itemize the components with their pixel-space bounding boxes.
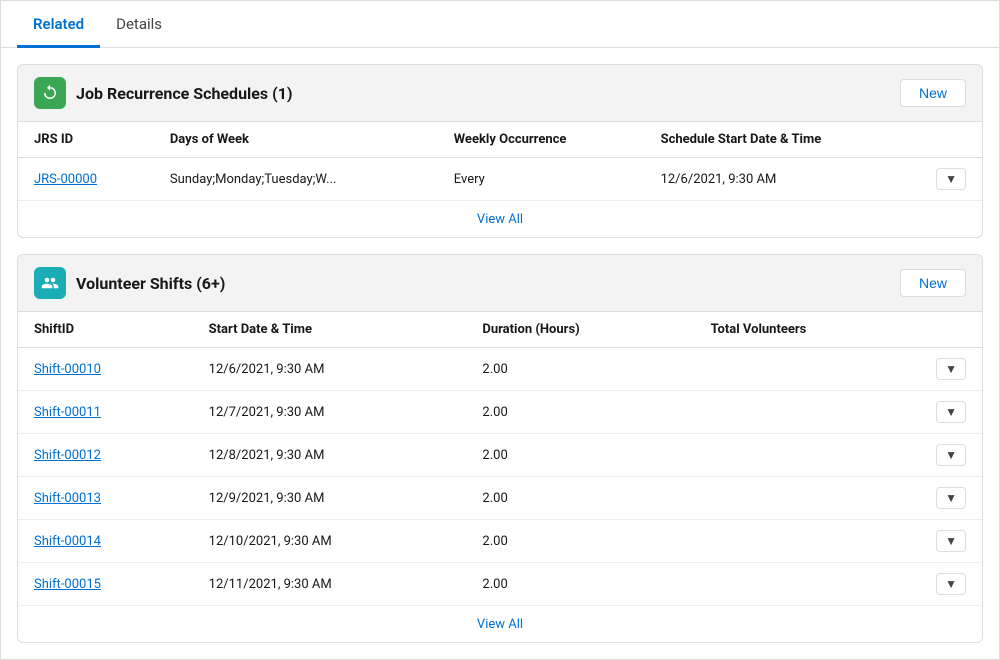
vs-row-volunteers-4 [695, 520, 921, 563]
jrs-row-dropdown-button[interactable]: ▼ [936, 168, 966, 190]
vs-row-id-1: Shift-00011 [18, 391, 193, 434]
vs-new-button[interactable]: New [900, 269, 966, 297]
vs-row-dropdown-button-1[interactable]: ▼ [936, 401, 966, 423]
vs-id-link-1[interactable]: Shift-00011 [34, 405, 101, 420]
table-row: Shift-00010 12/6/2021, 9:30 AM 2.00 ▼ [18, 348, 982, 391]
jrs-col-action [920, 122, 982, 158]
vs-row-volunteers-3 [695, 477, 921, 520]
jrs-id-link[interactable]: JRS-00000 [34, 172, 97, 187]
volunteer-shifts-icon [34, 267, 66, 299]
jrs-new-button[interactable]: New [900, 79, 966, 107]
table-row: Shift-00014 12/10/2021, 9:30 AM 2.00 ▼ [18, 520, 982, 563]
table-row: JRS-00000 Sunday;Monday;Tuesday;W... Eve… [18, 158, 982, 201]
vs-section-title: Volunteer Shifts (6+) [76, 274, 900, 293]
vs-row-dropdown-cell-4: ▼ [920, 520, 982, 563]
vs-view-all-row: View All [18, 605, 982, 642]
vs-row-dropdown-cell-2: ▼ [920, 434, 982, 477]
vs-row-volunteers-5 [695, 563, 921, 606]
jrs-view-all-row: View All [18, 200, 982, 237]
vs-col-action [920, 312, 982, 348]
jrs-table-header-row: JRS ID Days of Week Weekly Occurrence Sc… [18, 122, 982, 158]
jrs-row-id: JRS-00000 [18, 158, 154, 201]
vs-row-start-4: 12/10/2021, 9:30 AM [193, 520, 467, 563]
vs-row-dropdown-button-0[interactable]: ▼ [936, 358, 966, 380]
jrs-table: JRS ID Days of Week Weekly Occurrence Sc… [18, 122, 982, 200]
table-row: Shift-00012 12/8/2021, 9:30 AM 2.00 ▼ [18, 434, 982, 477]
vs-row-volunteers-0 [695, 348, 921, 391]
vs-row-dropdown-button-4[interactable]: ▼ [936, 530, 966, 552]
vs-row-start-2: 12/8/2021, 9:30 AM [193, 434, 467, 477]
vs-row-duration-2: 2.00 [466, 434, 694, 477]
vs-row-duration-4: 2.00 [466, 520, 694, 563]
vs-row-duration-0: 2.00 [466, 348, 694, 391]
vs-id-link-3[interactable]: Shift-00013 [34, 491, 101, 506]
jrs-row-days: Sunday;Monday;Tuesday;W... [154, 158, 438, 201]
table-row: Shift-00015 12/11/2021, 9:30 AM 2.00 ▼ [18, 563, 982, 606]
vs-col-duration: Duration (Hours) [466, 312, 694, 348]
vs-row-start-3: 12/9/2021, 9:30 AM [193, 477, 467, 520]
vs-row-dropdown-cell-3: ▼ [920, 477, 982, 520]
jrs-row-occurrence: Every [438, 158, 645, 201]
vs-row-dropdown-cell-0: ▼ [920, 348, 982, 391]
table-row: Shift-00011 12/7/2021, 9:30 AM 2.00 ▼ [18, 391, 982, 434]
vs-table-header-row: ShiftID Start Date & Time Duration (Hour… [18, 312, 982, 348]
tab-details[interactable]: Details [100, 1, 178, 48]
vs-row-volunteers-2 [695, 434, 921, 477]
vs-section: Volunteer Shifts (6+) New ShiftID Start … [17, 254, 983, 643]
jrs-col-schedule: Schedule Start Date & Time [645, 122, 921, 158]
vs-row-id-2: Shift-00012 [18, 434, 193, 477]
vs-row-start-0: 12/6/2021, 9:30 AM [193, 348, 467, 391]
vs-row-start-1: 12/7/2021, 9:30 AM [193, 391, 467, 434]
vs-row-dropdown-button-5[interactable]: ▼ [936, 573, 966, 595]
vs-row-id-5: Shift-00015 [18, 563, 193, 606]
jrs-col-occurrence: Weekly Occurrence [438, 122, 645, 158]
jrs-section: Job Recurrence Schedules (1) New JRS ID … [17, 64, 983, 238]
vs-row-duration-5: 2.00 [466, 563, 694, 606]
vs-row-dropdown-button-3[interactable]: ▼ [936, 487, 966, 509]
vs-col-start: Start Date & Time [193, 312, 467, 348]
vs-row-dropdown-cell-1: ▼ [920, 391, 982, 434]
jrs-section-header: Job Recurrence Schedules (1) New [18, 65, 982, 122]
vs-id-link-5[interactable]: Shift-00015 [34, 577, 101, 592]
tabs-bar: Related Details [1, 1, 999, 48]
vs-row-id-0: Shift-00010 [18, 348, 193, 391]
jrs-row-schedule: 12/6/2021, 9:30 AM [645, 158, 921, 201]
vs-section-header: Volunteer Shifts (6+) New [18, 255, 982, 312]
jrs-section-title: Job Recurrence Schedules (1) [76, 84, 900, 103]
vs-id-link-0[interactable]: Shift-00010 [34, 362, 101, 377]
table-row: Shift-00013 12/9/2021, 9:30 AM 2.00 ▼ [18, 477, 982, 520]
vs-row-dropdown-button-2[interactable]: ▼ [936, 444, 966, 466]
vs-table: ShiftID Start Date & Time Duration (Hour… [18, 312, 982, 605]
vs-row-volunteers-1 [695, 391, 921, 434]
vs-row-dropdown-cell-5: ▼ [920, 563, 982, 606]
recurrence-icon [34, 77, 66, 109]
jrs-view-all-link[interactable]: View All [477, 212, 523, 227]
jrs-col-days: Days of Week [154, 122, 438, 158]
vs-row-start-5: 12/11/2021, 9:30 AM [193, 563, 467, 606]
vs-row-duration-1: 2.00 [466, 391, 694, 434]
tab-related[interactable]: Related [17, 1, 100, 48]
vs-row-id-3: Shift-00013 [18, 477, 193, 520]
vs-col-id: ShiftID [18, 312, 193, 348]
jrs-col-id: JRS ID [18, 122, 154, 158]
vs-row-id-4: Shift-00014 [18, 520, 193, 563]
jrs-row-dropdown-cell: ▼ [920, 158, 982, 201]
vs-view-all-link[interactable]: View All [477, 617, 523, 632]
vs-id-link-4[interactable]: Shift-00014 [34, 534, 101, 549]
page: Related Details Job Recurrence Schedules… [0, 0, 1000, 660]
vs-col-volunteers: Total Volunteers [695, 312, 921, 348]
vs-row-duration-3: 2.00 [466, 477, 694, 520]
vs-id-link-2[interactable]: Shift-00012 [34, 448, 101, 463]
